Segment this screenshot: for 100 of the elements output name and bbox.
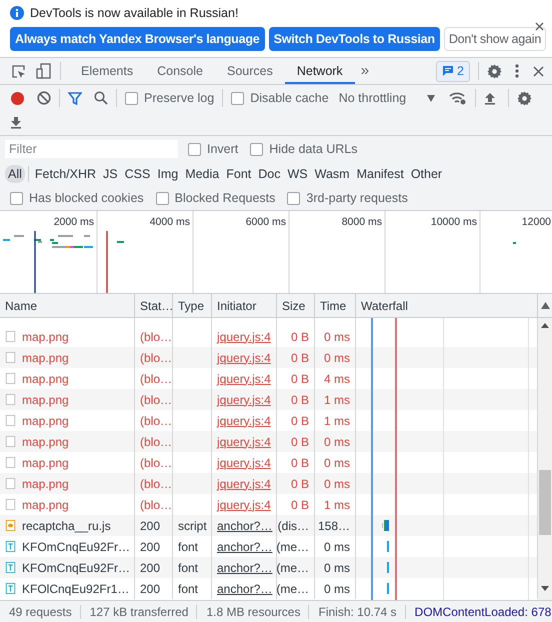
type-filter-button[interactable]: Font [223,165,254,183]
request-name[interactable]: map.png [22,456,69,470]
issues-button[interactable]: 2 [436,60,470,82]
wifi-settings-icon[interactable] [448,91,467,105]
checkbox[interactable] [287,192,300,204]
request-name[interactable]: map.png [22,392,69,406]
initiator-link[interactable]: anchor?… [217,582,272,596]
request-row[interactable]: map.png (blo… jquery.js:4 0 B 1 ms [0,389,538,410]
request-name[interactable]: map.png [22,434,69,448]
checkbox[interactable] [125,92,138,104]
option-checkbox[interactable]: Hide data URLs [250,142,358,156]
initiator-link[interactable]: anchor?… [217,540,272,554]
option-checkbox[interactable]: Disable cache [231,91,329,105]
more-tabs-button[interactable]: » [354,58,376,84]
type-filter-button[interactable]: Img [154,165,182,183]
checkbox[interactable] [156,192,169,204]
type-filter-button[interactable]: Doc [255,165,284,183]
request-name[interactable]: KFOlCnqEu92Fr1… [22,582,130,596]
initiator-link[interactable]: anchor?… [217,560,272,574]
device-icon[interactable] [36,63,52,79]
file-icon [5,394,16,405]
request-name[interactable]: map.png [22,498,69,512]
column-header[interactable]: Time [315,294,356,318]
infobar-button[interactable]: Always match Yandex Browser's language [10,27,265,51]
type-filter-button[interactable]: All [5,165,25,183]
initiator-link[interactable]: jquery.js:4 [217,498,271,512]
type-filter-button[interactable]: JS [100,165,121,183]
size-text: 0 B [290,372,309,386]
infobar-button[interactable]: Don't show again [444,27,546,51]
option-checkbox[interactable]: Blocked Requests [156,191,276,205]
request-row[interactable]: KFOmCnqEu92Fr… 200 font anchor?… (me… 0 ms [0,557,538,578]
throttling-dropdown[interactable]: No throttling [338,91,427,105]
column-header[interactable]: Initiator [212,294,277,318]
inspect-icon[interactable] [11,64,26,78]
record-button[interactable] [10,90,25,106]
column-header[interactable]: Size [277,294,315,318]
request-name[interactable]: map.png [22,476,69,490]
request-row[interactable]: map.png (blo… jquery.js:4 0 B 0 ms [0,473,538,494]
font-file-icon [5,583,16,594]
request-name[interactable]: map.png [22,372,69,386]
more-options-icon[interactable] [515,64,519,78]
type-filter-button[interactable]: WS [284,165,311,183]
close-icon[interactable] [533,66,544,76]
request-row[interactable]: map.png (blo… jquery.js:4 0 B 0 ms [0,431,538,452]
panel-tab[interactable]: Sources [214,58,285,84]
info-message: DevTools is now available in Russian! [30,6,238,20]
clear-icon[interactable] [37,91,51,105]
checkbox[interactable] [250,142,264,156]
checkbox[interactable] [231,92,244,104]
column-header[interactable]: Stat… [135,294,173,318]
initiator-link[interactable]: jquery.js:4 [217,476,271,490]
column-header[interactable]: Waterfall [356,294,538,318]
time-text: 0 ms [324,476,350,490]
request-name[interactable]: recaptcha__ru.js [22,518,111,532]
time-text: 1 ms [324,498,350,512]
column-header[interactable]: Name [0,294,135,318]
initiator-link[interactable]: jquery.js:4 [217,434,271,448]
option-checkbox[interactable]: Has blocked cookies [10,191,144,205]
infobar-button[interactable]: Switch DevTools to Russian [268,27,440,51]
column-header[interactable]: Type [173,294,212,318]
initiator-link[interactable]: anchor?… [217,518,272,532]
settings-icon[interactable] [487,64,502,78]
request-name[interactable]: map.png [22,350,69,364]
sort-arrow-icon[interactable] [540,302,550,309]
option-checkbox[interactable]: Preserve log [125,91,214,105]
request-name[interactable]: KFOmCnqEu92Fr… [22,540,130,554]
type-filter-button[interactable]: Media [182,165,222,183]
request-row[interactable]: map.png (blo… jquery.js:4 0 B 0 ms [0,347,538,368]
option-checkbox[interactable]: 3rd-party requests [287,191,408,205]
close-icon[interactable] [535,22,544,31]
caret-icon[interactable] [426,94,435,102]
download-icon[interactable] [10,116,22,128]
initiator-link[interactable]: jquery.js:4 [217,392,271,406]
panel-tab[interactable]: Elements [69,58,146,84]
checkbox[interactable] [188,142,201,156]
request-name[interactable]: KFOmCnqEu92Fr… [22,560,130,574]
type-filter-button[interactable]: Fetch/XHR [32,165,100,183]
settings-icon[interactable] [516,90,532,106]
type-filter-button[interactable]: CSS [122,165,154,183]
checkbox[interactable] [10,192,23,204]
filter-field[interactable]: Filter [5,140,178,158]
initiator-link[interactable]: jquery.js:4 [217,330,271,344]
type-filter-button[interactable]: Wasm [312,165,353,183]
initiator-link[interactable]: jquery.js:4 [217,456,271,470]
type-filter-button[interactable]: Other [408,165,446,183]
panel-tab[interactable]: Console [145,58,215,84]
time-text: 0 ms [324,540,350,554]
request-name[interactable]: map.png [22,414,69,428]
initiator-link[interactable]: jquery.js:4 [217,350,271,364]
request-name[interactable]: map.png [22,330,69,344]
request-row[interactable]: recaptcha__ru.js 200 script anchor?… (dis… 158… [0,515,538,536]
initiator-link[interactable]: jquery.js:4 [217,414,271,428]
option-checkbox[interactable]: Invert [188,142,238,156]
search-icon[interactable] [94,91,108,105]
time-text: 1 ms [324,392,350,406]
filter-icon[interactable] [68,92,82,104]
upload-icon[interactable] [484,92,496,104]
status-text: (blo… [140,414,172,428]
type-filter-button[interactable]: Manifest [354,165,407,183]
initiator-link[interactable]: jquery.js:4 [217,372,271,386]
